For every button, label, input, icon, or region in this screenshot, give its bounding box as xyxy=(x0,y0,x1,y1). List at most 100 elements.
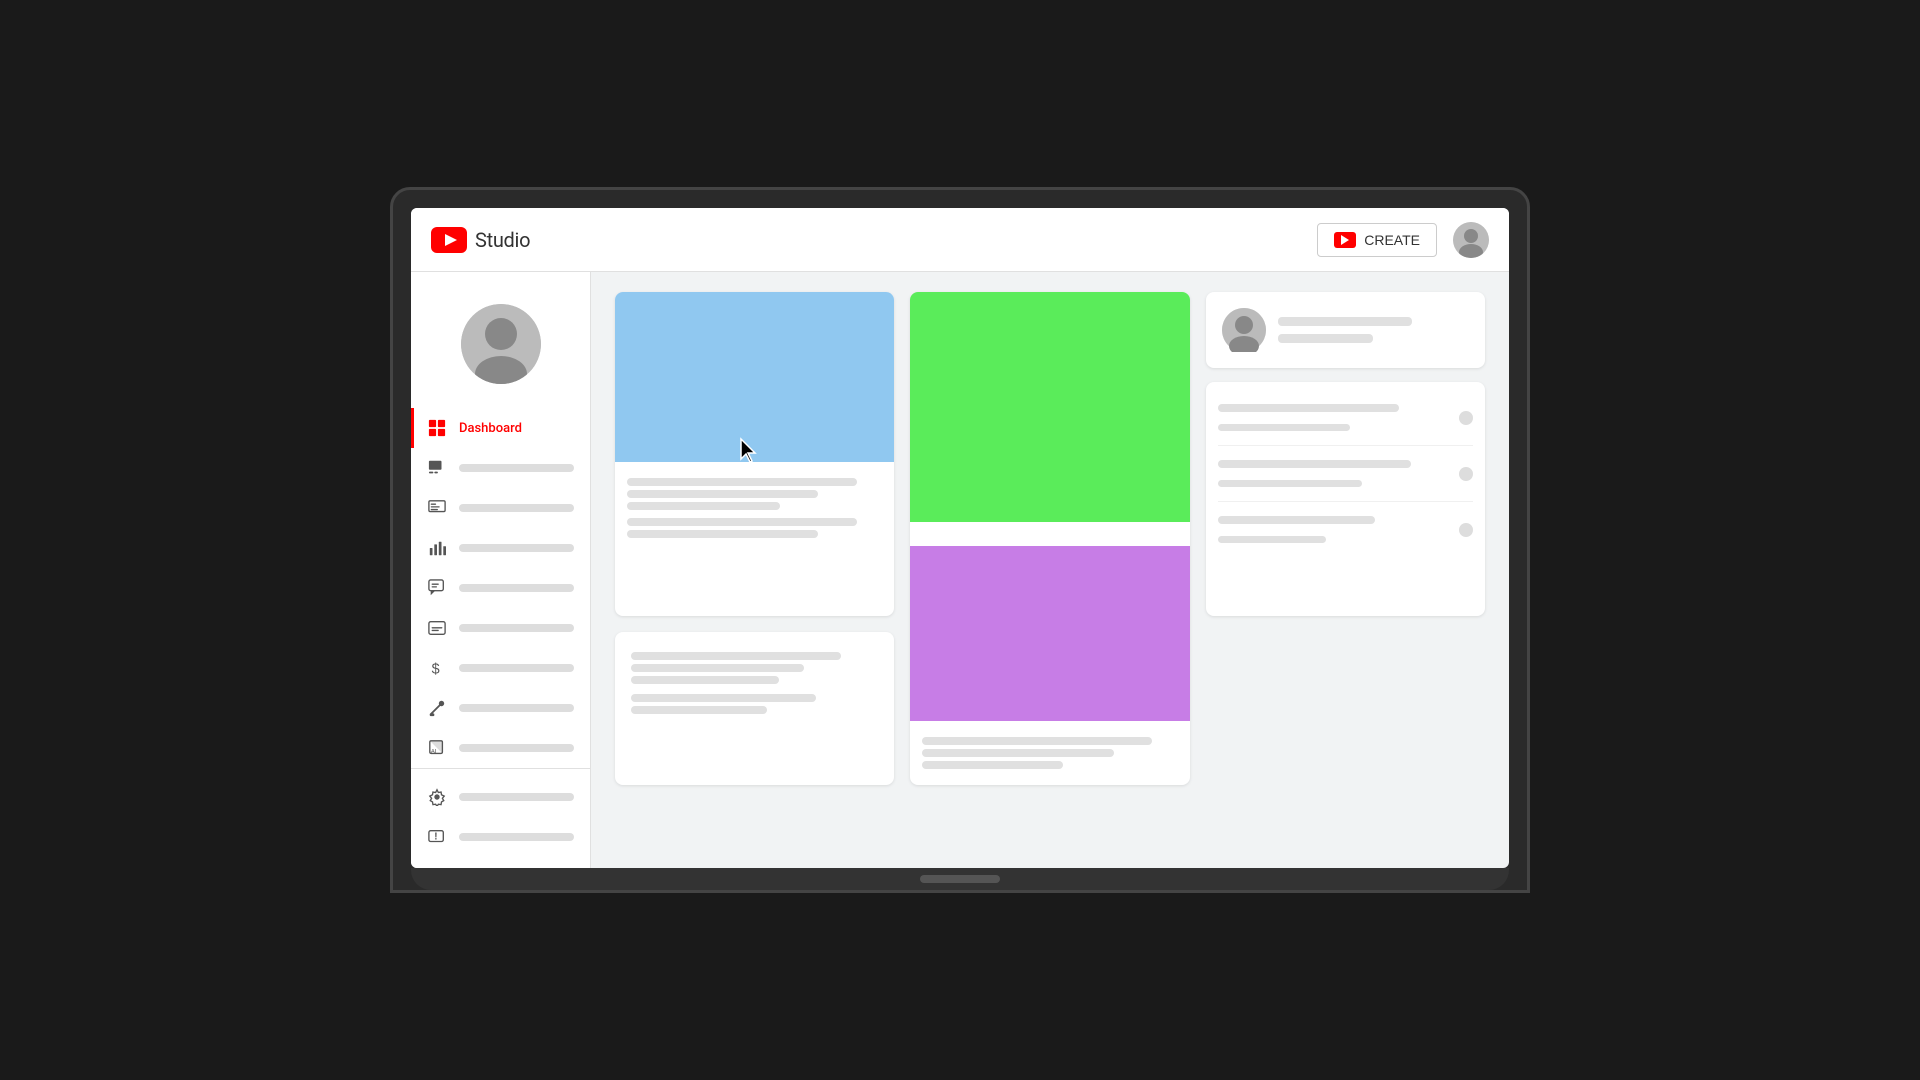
skeleton-line xyxy=(631,676,779,684)
sidebar-content-label xyxy=(459,464,574,472)
dollar-icon: $ xyxy=(427,658,447,678)
card-green-body xyxy=(910,522,1189,546)
mini-avatar-icon xyxy=(1222,308,1266,352)
sidebar-customization-label xyxy=(459,704,574,712)
svg-text:$: $ xyxy=(432,661,440,677)
card-green-thumbnail xyxy=(910,292,1189,785)
skeleton-line xyxy=(1218,536,1327,543)
list-row-2 xyxy=(1218,446,1473,502)
create-video-icon xyxy=(1334,232,1356,248)
top-bar: Studio CREATE xyxy=(411,208,1509,272)
skeleton-line xyxy=(627,530,818,538)
sidebar-analytics-label xyxy=(459,544,574,552)
skeleton-line xyxy=(1278,334,1374,343)
account-avatar-button[interactable] xyxy=(1453,222,1489,258)
card-text-only xyxy=(615,632,894,785)
list-row-indicator xyxy=(1459,467,1473,481)
skeleton-line xyxy=(922,737,1152,745)
sidebar-item-subtitles[interactable] xyxy=(411,488,590,528)
main-layout: Dashboard xyxy=(411,272,1509,868)
sidebar-comments-label xyxy=(459,584,574,592)
sidebar-bottom: ! xyxy=(411,768,590,857)
svg-text:!: ! xyxy=(434,832,437,843)
analytics-icon xyxy=(427,538,447,558)
sidebar-item-captions[interactable] xyxy=(411,608,590,648)
skeleton-line xyxy=(631,706,767,714)
sidebar-item-feedback[interactable]: ! xyxy=(411,817,590,857)
skeleton-line xyxy=(1218,424,1351,431)
skeleton-line xyxy=(922,761,1062,769)
card-purple-body xyxy=(910,721,1189,785)
skeleton-line xyxy=(631,652,841,660)
channel-avatar[interactable] xyxy=(461,304,541,384)
user-avatar-icon xyxy=(1453,222,1489,258)
audio-icon: AL xyxy=(427,738,447,758)
sidebar-captions-label xyxy=(459,624,574,632)
sidebar-audio-label xyxy=(459,744,574,752)
channel-person-icon xyxy=(461,304,541,384)
sidebar-nav: Dashboard xyxy=(411,408,590,768)
list-row-1 xyxy=(1218,390,1473,446)
sidebar-item-analytics[interactable] xyxy=(411,528,590,568)
dashboard-icon xyxy=(427,418,447,438)
sidebar-item-customization[interactable] xyxy=(411,688,590,728)
sidebar-monetization-label xyxy=(459,664,574,672)
skeleton-line xyxy=(627,490,818,498)
sidebar-item-comments[interactable] xyxy=(411,568,590,608)
row-lines xyxy=(1218,456,1459,491)
row-lines xyxy=(1218,400,1459,435)
skeleton-line xyxy=(631,664,804,672)
sidebar-item-audio[interactable]: AL xyxy=(411,728,590,768)
card-list-rows xyxy=(1206,382,1485,616)
list-row-indicator xyxy=(1459,411,1473,425)
skeleton-line xyxy=(1218,480,1363,487)
skeleton-line xyxy=(1218,460,1411,468)
captions-icon xyxy=(427,618,447,638)
skeleton-line xyxy=(1218,516,1375,524)
sidebar-settings-label xyxy=(459,793,574,801)
svg-text:AL: AL xyxy=(431,748,439,755)
list-row-3 xyxy=(1218,502,1473,557)
feedback-icon: ! xyxy=(427,827,447,847)
list-row-indicator xyxy=(1459,523,1473,537)
skeleton-line xyxy=(631,694,816,702)
skeleton-line xyxy=(627,478,857,486)
main-content-area xyxy=(591,272,1509,868)
card-blue-body xyxy=(615,462,894,554)
avatar-info-lines xyxy=(1278,313,1469,347)
card-purple-image xyxy=(910,546,1189,721)
card-green-image xyxy=(910,292,1189,522)
card-blue-thumbnail xyxy=(615,292,894,616)
brush-icon xyxy=(427,698,447,718)
card-avatar-info xyxy=(1206,292,1485,368)
sidebar-item-content[interactable] xyxy=(411,448,590,488)
skeleton-line xyxy=(627,518,857,526)
create-button[interactable]: CREATE xyxy=(1317,223,1437,257)
youtube-logo-icon xyxy=(431,227,467,253)
header-right: CREATE xyxy=(1317,222,1489,258)
card-blue-image xyxy=(615,292,894,462)
channel-avatar-section xyxy=(411,288,590,408)
right-column xyxy=(1206,292,1485,616)
subtitles-icon xyxy=(427,498,447,518)
content-icon xyxy=(427,458,447,478)
skeleton-line xyxy=(1218,404,1399,412)
sidebar: Dashboard xyxy=(411,272,591,868)
app-title: Studio xyxy=(475,228,530,252)
skeleton-line xyxy=(627,502,780,510)
sidebar-subtitles-label xyxy=(459,504,574,512)
sidebar-item-dashboard[interactable]: Dashboard xyxy=(411,408,590,448)
sidebar-item-settings[interactable] xyxy=(411,777,590,817)
row-lines xyxy=(1218,512,1459,547)
mini-avatar-circle xyxy=(1222,308,1266,352)
laptop-notch xyxy=(920,875,1000,883)
sidebar-item-monetization[interactable]: $ xyxy=(411,648,590,688)
cards-grid xyxy=(591,272,1509,805)
skeleton-line xyxy=(1278,317,1412,326)
sidebar-feedback-label xyxy=(459,833,574,841)
create-button-label: CREATE xyxy=(1364,232,1420,248)
settings-icon xyxy=(427,787,447,807)
comments-icon xyxy=(427,578,447,598)
sidebar-dashboard-label: Dashboard xyxy=(459,421,522,436)
logo-area: Studio xyxy=(431,227,530,253)
